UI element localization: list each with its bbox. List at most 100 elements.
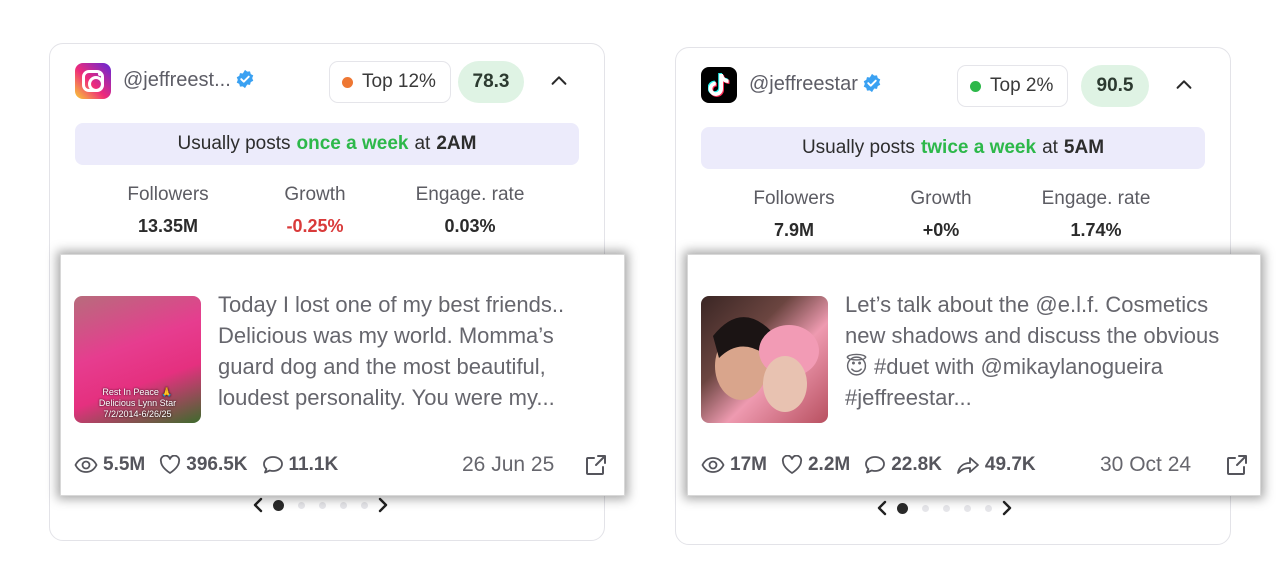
- comments-count: 22.8K: [891, 454, 942, 475]
- chevron-up-icon[interactable]: [548, 70, 570, 92]
- card-header: @jeffreestar Top 2% 90.5: [701, 65, 1205, 107]
- thumbnail-caption-line-1: Rest In Peace 🙏: [102, 387, 173, 397]
- likes-metric: 2.2M: [781, 454, 850, 476]
- rank-dot-icon: [970, 80, 981, 92]
- frequency-time: 5AM: [1063, 137, 1105, 158]
- rank-label: Top 2%: [990, 75, 1054, 96]
- rank-dot-icon: [342, 76, 353, 88]
- tiktok-logo-icon: [701, 67, 737, 103]
- views-count: 17M: [730, 454, 767, 475]
- pager-dot[interactable]: [922, 504, 929, 512]
- post-date: 30 Oct 24: [1100, 453, 1192, 476]
- shares-count: 49.7K: [984, 454, 1036, 475]
- stat-label: Followers: [127, 184, 209, 205]
- stat-engagement-rate: Engage. rate 1.74%: [1031, 188, 1161, 241]
- score-badge: 90.5: [1081, 65, 1149, 107]
- frequency-prefix: Usually posts: [801, 137, 915, 158]
- stat-value: 1.74%: [1070, 220, 1122, 240]
- instagram-logo-icon: [75, 63, 111, 99]
- external-link-icon[interactable]: [1225, 453, 1249, 477]
- stat-value: -0.25%: [286, 216, 344, 236]
- views-metric: 5.5M: [74, 454, 145, 476]
- rank-badge: Top 12%: [329, 61, 451, 103]
- posting-frequency-banner: Usually posts once a week at 2AM: [75, 123, 579, 165]
- chevron-up-icon[interactable]: [1173, 74, 1195, 96]
- pager-dot[interactable]: [361, 501, 368, 509]
- post-pager: [874, 498, 1015, 518]
- posting-frequency-banner: Usually posts twice a week at 5AM: [701, 127, 1205, 169]
- handle-text: @jeffreest...: [123, 69, 231, 91]
- eye-icon: [74, 457, 98, 473]
- stats-row: Followers 7.9M Growth +0% Engage. rate 1…: [701, 188, 1205, 248]
- thumbnail-faces: [713, 317, 819, 412]
- stat-label: Engage. rate: [415, 184, 525, 205]
- post-thumbnail[interactable]: [701, 296, 828, 423]
- frequency-at: at: [1042, 137, 1058, 158]
- stat-label: Followers: [753, 188, 835, 209]
- eye-icon: [701, 457, 725, 473]
- previous-arrow-icon[interactable]: [250, 495, 266, 515]
- comments-metric: 11.1K: [262, 454, 339, 476]
- post-caption: Today I lost one of my best friends.. De…: [218, 292, 565, 410]
- pager-dot[interactable]: [298, 501, 305, 509]
- post-date: 26 Jun 25: [462, 453, 555, 476]
- likes-count: 396.5K: [186, 454, 248, 475]
- comment-icon: [865, 456, 886, 474]
- stat-label: Engage. rate: [1041, 188, 1151, 209]
- frequency-time: 2AM: [436, 133, 477, 154]
- thumbnail-caption-line-3: 7/2/2014-6/26/25: [103, 409, 172, 419]
- card-header: @jeffreest... Top 12% 78.3: [75, 61, 579, 103]
- frequency-highlight: once a week: [296, 133, 409, 154]
- heart-icon: [160, 455, 181, 474]
- comment-icon: [262, 456, 283, 474]
- thumbnail-caption-line-2: Delicious Lynn Star: [98, 398, 177, 408]
- stat-followers: Followers 13.35M: [123, 184, 213, 237]
- frequency-at: at: [414, 133, 431, 154]
- shares-metric: 49.7K: [956, 454, 1036, 476]
- stats-row: Followers 13.35M Growth -0.25% Engage. r…: [75, 184, 579, 244]
- stat-followers: Followers 7.9M: [749, 188, 839, 241]
- stat-value: 0.03%: [444, 216, 496, 236]
- score-badge: 78.3: [458, 61, 524, 103]
- rank-badge: Top 2%: [957, 65, 1069, 107]
- post-pager: [250, 495, 391, 515]
- rank-label: Top 12%: [362, 71, 436, 92]
- verified-badge-icon: [863, 73, 881, 93]
- stat-label: Growth: [910, 188, 972, 209]
- stat-engagement-rate: Engage. rate 0.03%: [405, 184, 535, 237]
- pager-dot[interactable]: [964, 504, 971, 512]
- frequency-highlight: twice a week: [920, 137, 1037, 158]
- frequency-prefix: Usually posts: [177, 133, 291, 154]
- profile-handle[interactable]: @jeffreestar: [749, 73, 882, 96]
- pager-dot[interactable]: [273, 499, 284, 511]
- stat-value: 7.9M: [773, 220, 815, 240]
- stat-value: +0%: [922, 220, 960, 240]
- next-arrow-icon[interactable]: [375, 495, 391, 515]
- profile-handle[interactable]: @jeffreest...: [123, 69, 255, 92]
- pager-dot[interactable]: [897, 502, 908, 514]
- previous-arrow-icon[interactable]: [874, 498, 890, 518]
- recent-post-card[interactable]: Rest In Peace 🙏 Delicious Lynn Star 7/2/…: [60, 254, 625, 496]
- verified-badge-icon: [236, 69, 254, 89]
- external-link-icon[interactable]: [584, 453, 608, 477]
- pager-dot[interactable]: [985, 504, 992, 512]
- thumbnail-caption: Rest In Peace 🙏 Delicious Lynn Star 7/2/…: [74, 387, 201, 420]
- post-caption: Let’s talk about the @e.l.f. Cosmetics n…: [845, 292, 1220, 410]
- next-arrow-icon[interactable]: [999, 498, 1015, 518]
- comments-metric: 22.8K: [864, 454, 942, 476]
- views-metric: 17M: [701, 454, 767, 476]
- stat-growth: Growth +0%: [891, 188, 991, 241]
- comments-count: 11.1K: [288, 454, 339, 475]
- likes-count: 2.2M: [807, 454, 851, 475]
- stat-value: 13.35M: [137, 216, 199, 236]
- pager-dot[interactable]: [943, 504, 950, 512]
- stat-label: Growth: [284, 184, 346, 205]
- share-icon: [957, 457, 979, 474]
- stat-growth: Growth -0.25%: [260, 184, 370, 237]
- pager-dot[interactable]: [340, 501, 347, 509]
- recent-post-card[interactable]: Let’s talk about the @e.l.f. Cosmetics n…: [687, 254, 1261, 496]
- likes-metric: 396.5K: [159, 454, 248, 476]
- post-thumbnail[interactable]: Rest In Peace 🙏 Delicious Lynn Star 7/2/…: [74, 296, 201, 423]
- pager-dot[interactable]: [319, 501, 326, 509]
- heart-icon: [781, 455, 803, 474]
